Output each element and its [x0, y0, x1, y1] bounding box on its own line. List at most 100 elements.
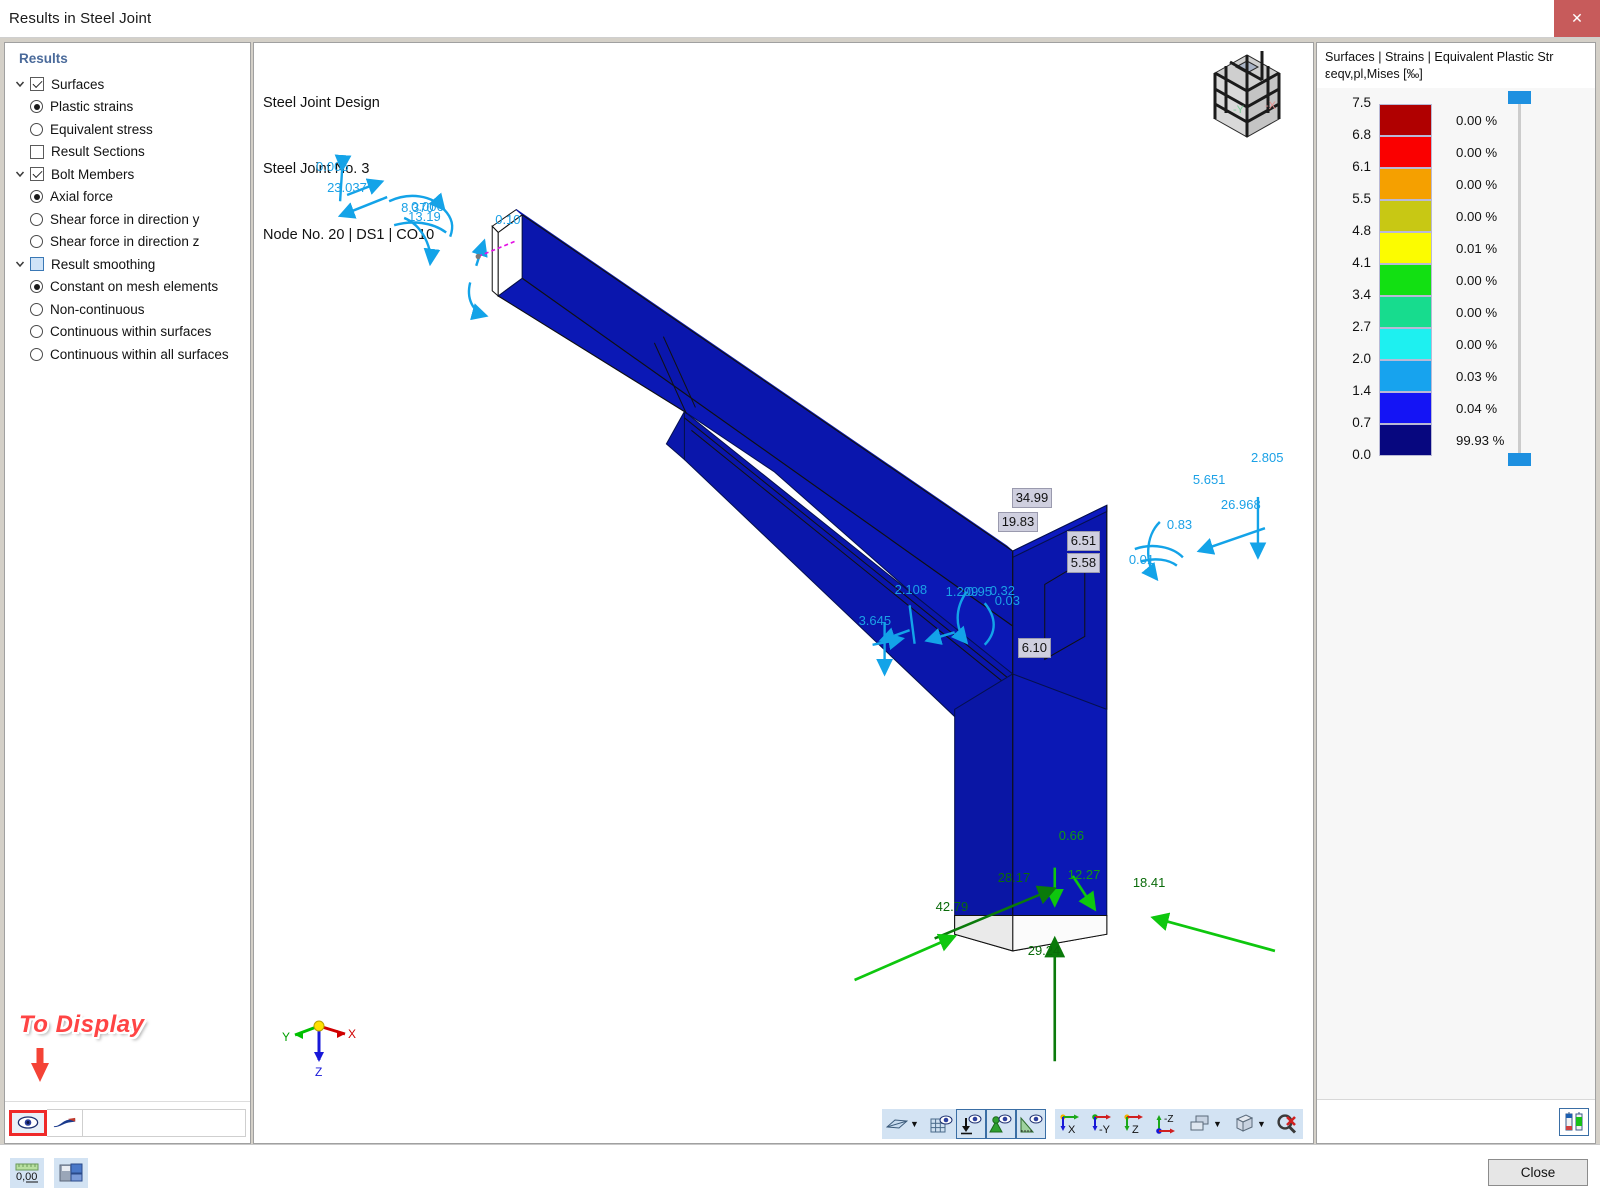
tree-item-equivalent-stress[interactable]: Equivalent stress	[11, 118, 244, 141]
radio-unselected[interactable]	[30, 235, 43, 249]
legend-color-swatch	[1379, 168, 1432, 200]
tree-item-non-continuous[interactable]: Non-continuous	[11, 298, 244, 321]
result-value-label: 23.037	[327, 180, 367, 196]
visibility-eye-icon[interactable]	[9, 1109, 47, 1136]
tree-item-label: Result smoothing	[51, 256, 156, 272]
result-value-label: 12.27	[1067, 866, 1101, 882]
tree-item-plastic-strains[interactable]: Plastic strains	[11, 96, 244, 119]
results-tree-header: Results	[19, 51, 68, 66]
radio-unselected[interactable]	[30, 302, 43, 316]
checkbox-tristate[interactable]	[30, 257, 44, 272]
model-viewport[interactable]: Steel Joint Design Steel Joint No. 3 Nod…	[254, 43, 1313, 1105]
bolt-force-label: 34.99	[1011, 487, 1053, 508]
results-tree-panel: Results Surfaces Plastic strains Equivalen…	[4, 42, 251, 1144]
render-mode-button[interactable]: ▼	[882, 1109, 926, 1139]
tree-item-result-sections[interactable]: Result Sections	[11, 141, 244, 164]
tree-item-bolt-members[interactable]: Bolt Members	[11, 163, 244, 186]
radio-selected[interactable]	[30, 280, 43, 294]
tree-item-label: Continuous within all surfaces	[50, 346, 229, 362]
radio-unselected[interactable]	[30, 347, 43, 361]
chevron-down-icon[interactable]: ▼	[910, 1119, 919, 1129]
legend-header: Surfaces | Strains | Equivalent Plastic …	[1317, 43, 1595, 88]
tree-item-constant-on-mesh-elements[interactable]: Constant on mesh elements	[11, 276, 244, 299]
legend-percentage: 0.04 %	[1456, 400, 1498, 416]
tree-item-shear-force-in-direction-z[interactable]: Shear force in direction z	[11, 231, 244, 254]
legend-percentage: 0.00 %	[1456, 112, 1498, 128]
supports-visibility-button[interactable]	[986, 1109, 1016, 1139]
legend-settings-icon[interactable]	[1559, 1107, 1589, 1136]
legend-scale-value: 5.5	[1352, 191, 1371, 206]
radio-unselected[interactable]	[30, 122, 43, 136]
dimensions-visibility-button[interactable]	[1016, 1109, 1046, 1139]
tree-item-continuous-within-all-surfaces[interactable]: Continuous within all surfaces	[11, 343, 244, 366]
projection-button[interactable]: ▼	[1185, 1109, 1229, 1139]
result-value-label: 3.645	[858, 612, 892, 628]
view-in-x-button[interactable]: X	[1055, 1109, 1087, 1139]
view-navigation-cube[interactable]: -Y -X	[1203, 50, 1291, 148]
chevron-down-icon[interactable]	[11, 255, 29, 273]
tree-item-surfaces[interactable]: Surfaces	[11, 73, 244, 96]
results-in-steel-joint-dialog: Results in Steel Joint ✕ Results Surface…	[0, 0, 1600, 1200]
decimal-places-icon[interactable]: 0,00	[10, 1157, 44, 1188]
checkbox-checked[interactable]	[30, 167, 44, 182]
results-tree: Results Surfaces Plastic strains Equivalen…	[5, 43, 250, 1101]
radio-unselected[interactable]	[30, 212, 43, 226]
view-in-minus-y-button[interactable]: -Y	[1087, 1109, 1119, 1139]
svg-text:X: X	[1068, 1124, 1076, 1135]
tree-item-continuous-within-surfaces[interactable]: Continuous within surfaces	[11, 321, 244, 344]
legend-scale-value: 7.5	[1352, 95, 1371, 110]
result-value-label: 0.95	[966, 584, 992, 600]
legend-range-slider[interactable]	[1508, 91, 1531, 466]
legend-percentage: 0.03 %	[1456, 368, 1498, 384]
radio-selected[interactable]	[30, 100, 43, 114]
toolbar-group-views: X -Y Z -Z ▼ ▼	[1055, 1109, 1303, 1139]
legend-scale-value: 1.4	[1352, 383, 1371, 398]
chevron-down-icon[interactable]	[11, 75, 29, 93]
legend-color-swatch	[1379, 360, 1432, 392]
checkbox-unchecked[interactable]	[30, 144, 44, 159]
legend-footer	[1317, 1099, 1595, 1143]
close-button[interactable]: Close	[1488, 1159, 1588, 1186]
legend-percentage: 0.00 %	[1456, 304, 1498, 320]
chevron-down-icon[interactable]: ▼	[1213, 1119, 1222, 1129]
close-icon[interactable]: ✕	[1554, 0, 1600, 37]
view-in-z-button[interactable]: Z	[1119, 1109, 1151, 1139]
axis-label-y: Y	[282, 1030, 290, 1044]
result-value-label: 29.24	[1027, 942, 1061, 958]
svg-text:-Y: -Y	[1099, 1124, 1111, 1135]
legend-percentage: 0.00 %	[1456, 144, 1498, 160]
export-table-icon[interactable]	[54, 1157, 88, 1188]
legend-percentage: 0.01 %	[1456, 240, 1498, 256]
legend-scale-value: 6.1	[1352, 159, 1371, 174]
legend-color-swatch	[1379, 232, 1432, 264]
legend-slider-thumb-max[interactable]	[1508, 91, 1531, 104]
chevron-down-icon[interactable]: ▼	[1257, 1119, 1266, 1129]
loads-visibility-button[interactable]	[956, 1109, 986, 1139]
mesh-visibility-button[interactable]	[926, 1109, 956, 1139]
tree-item-label: Surfaces	[51, 76, 105, 92]
tree-item-label: Non-continuous	[50, 301, 145, 317]
result-value-label: 0.10	[495, 211, 521, 227]
svg-text:Z: Z	[1132, 1124, 1139, 1135]
axis-tripod-indicator: X Y Z	[279, 1004, 359, 1083]
display-toolbar	[5, 1101, 250, 1143]
radio-selected[interactable]	[30, 190, 43, 204]
dialog-body: Results Surfaces Plastic strains Equivalen…	[0, 38, 1600, 1144]
tree-item-result-smoothing[interactable]: Result smoothing	[11, 253, 244, 276]
legend-slider-thumb-min[interactable]	[1508, 453, 1531, 466]
radio-unselected[interactable]	[30, 325, 43, 339]
display-value-field[interactable]	[83, 1108, 246, 1137]
view-in-minus-z-button[interactable]: -Z	[1151, 1109, 1185, 1139]
reset-zoom-button[interactable]	[1273, 1109, 1303, 1139]
tree-item-axial-force[interactable]: Axial force	[11, 186, 244, 209]
result-diagram-icon[interactable]	[47, 1108, 83, 1137]
result-value-label: 0.83	[1166, 516, 1193, 532]
checkbox-checked[interactable]	[30, 77, 44, 92]
perspective-button[interactable]: ▼	[1229, 1109, 1273, 1139]
legend-percentage: 0.00 %	[1456, 176, 1498, 192]
tree-item-shear-force-in-direction-y[interactable]: Shear force in direction y	[11, 208, 244, 231]
chevron-down-icon[interactable]	[11, 165, 29, 183]
legend-color-swatch	[1379, 328, 1432, 360]
legend-percentage: 99.93 %	[1456, 432, 1505, 448]
bolt-force-label: 6.10	[1017, 637, 1052, 658]
